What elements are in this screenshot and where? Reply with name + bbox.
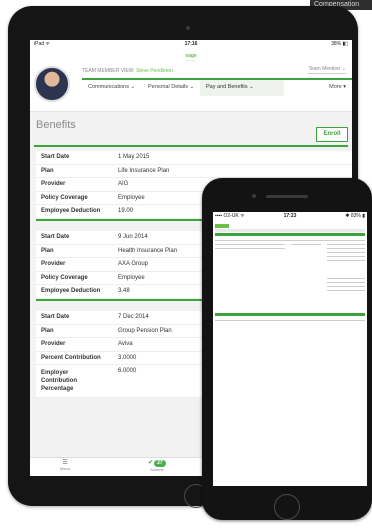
tab-personal-details[interactable]: Personal Details ⌄: [148, 84, 194, 90]
table-row: Start Date 1 May 2015: [36, 151, 352, 165]
chevron-down-icon: ⌄: [249, 84, 254, 90]
profile-tabs: Communications ⌄ Personal Details ⌄ Pay …: [82, 78, 352, 96]
menu-label: Menu: [60, 466, 71, 471]
tab-more[interactable]: More ▾: [329, 84, 346, 90]
title-divider: [34, 145, 348, 147]
chevron-down-icon: ⌄: [130, 84, 136, 90]
caret-down-icon: ▾: [343, 84, 346, 90]
chevron-down-icon: ⌄: [341, 66, 346, 72]
actions-count-badge: 27: [154, 460, 166, 467]
phone-time: 17:23: [283, 213, 297, 219]
chevron-down-icon: ⌄: [189, 84, 195, 90]
phone-battery: ✱ 83% ▮: [345, 213, 365, 219]
payslip-logo: [215, 224, 229, 228]
payslip-footer-row: [215, 316, 365, 324]
role-dropdown[interactable]: Team Member ⌄: [308, 66, 346, 74]
table-row: Plan Life Insurance Plan: [36, 165, 352, 178]
role-value: Team Member: [308, 66, 341, 72]
payslip-document: [215, 224, 365, 324]
page-title: Benefits: [36, 119, 76, 131]
avatar[interactable]: [34, 66, 70, 102]
profile-header: TEAM MEMBER VIEW: Steve Pendleton Team M…: [30, 61, 352, 112]
phone-home-button[interactable]: [274, 494, 300, 520]
payslip-header-band: [215, 229, 365, 232]
actions-button[interactable]: ✔ 27 Actions: [148, 459, 166, 472]
check-icon: ✔: [148, 460, 154, 466]
phone-camera: [252, 194, 256, 198]
enroll-button[interactable]: Enroll: [316, 127, 348, 142]
actions-label: Actions: [150, 467, 164, 472]
tablet-status-bar: iPad ᯤ 17:16 38% ▮▯: [30, 40, 352, 49]
app-bar: sage People: [30, 49, 352, 63]
team-member-view-label: TEAM MEMBER VIEW: Steve Pendleton: [82, 68, 173, 74]
phone-status-bar: ▪▪▪▪ O2-UK ᯤ 17:23 ✱ 83% ▮: [213, 212, 367, 221]
view-label: TEAM MEMBER VIEW:: [82, 68, 135, 74]
tab-pay-and-benefits[interactable]: Pay and Benefits ⌄: [200, 78, 284, 96]
team-member-name: Steve Pendleton: [136, 68, 173, 74]
menu-button[interactable]: ☰ Menu: [60, 460, 70, 471]
phone-speaker: [266, 195, 308, 198]
phone-device: ▪▪▪▪ O2-UK ᯤ 17:23 ✱ 83% ▮: [202, 178, 372, 520]
status-time: 17:16: [184, 41, 198, 47]
battery-indicator: 38% ▮▯: [331, 41, 348, 47]
payslip-details-grid: [215, 236, 365, 272]
tab-communications[interactable]: Communications ⌄: [88, 84, 135, 90]
phone-screen: ▪▪▪▪ O2-UK ᯤ 17:23 ✱ 83% ▮: [213, 212, 367, 486]
tablet-camera: [186, 26, 190, 30]
payslip-totals: [215, 272, 365, 312]
